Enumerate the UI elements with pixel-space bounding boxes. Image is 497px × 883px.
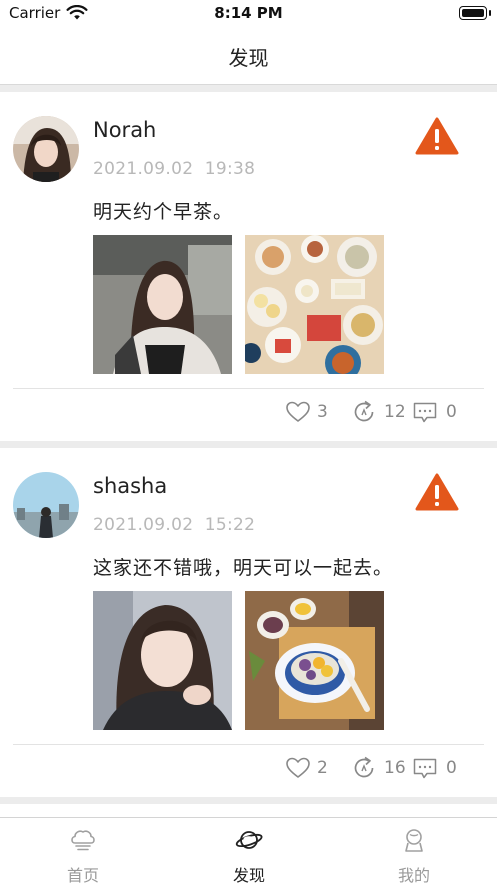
comment-count: 0 xyxy=(446,402,457,422)
screen: Carrier 8:14 PM 发现 Norah 2021.09.02 19:3… xyxy=(0,0,497,883)
post-timestamp: 2021.09.02 15:22 xyxy=(93,515,255,535)
nav-bar: 发现 xyxy=(0,28,497,85)
repost-count: 16 xyxy=(384,758,406,778)
tab-profile[interactable]: 我的 xyxy=(331,818,497,883)
post-photo-portrait xyxy=(93,591,232,730)
avatar-photo xyxy=(13,472,79,538)
heart-icon[interactable] xyxy=(285,755,311,781)
avatar[interactable] xyxy=(13,116,79,182)
section-separator xyxy=(0,85,497,92)
post-photo-food xyxy=(245,235,384,374)
post-actions: 3 12 0 xyxy=(0,399,497,429)
warning-icon[interactable] xyxy=(415,116,459,156)
repost-icon[interactable] xyxy=(351,399,377,425)
username[interactable]: shasha xyxy=(93,474,167,498)
post-date: 2021.09.02 xyxy=(93,159,194,179)
like-count: 2 xyxy=(317,758,328,778)
repost-count: 12 xyxy=(384,402,406,422)
post-divider xyxy=(13,744,484,745)
status-time: 8:14 PM xyxy=(214,4,283,22)
post-time: 15:22 xyxy=(204,515,256,535)
tab-label: 发现 xyxy=(232,866,265,883)
section-separator xyxy=(0,797,497,804)
battery-icon xyxy=(459,6,491,20)
avatar-photo xyxy=(13,116,79,182)
post-actions: 2 16 0 xyxy=(0,755,497,785)
like-count: 3 xyxy=(317,402,328,422)
heart-icon[interactable] xyxy=(285,399,311,425)
home-icon xyxy=(71,830,95,851)
comment-icon[interactable] xyxy=(412,755,438,781)
post-text: 明天约个早茶。 xyxy=(93,201,234,223)
tab-label: 我的 xyxy=(397,866,430,883)
tab-home[interactable]: 首页 xyxy=(0,818,166,883)
post-photo[interactable] xyxy=(93,235,232,374)
post-text: 这家还不错哦，明天可以一起去。 xyxy=(93,557,394,579)
profile-icon xyxy=(405,829,423,852)
post-card[interactable]: Norah 2021.09.02 19:38 明天约个早茶。 3 12 0 xyxy=(0,92,497,439)
repost-icon[interactable] xyxy=(351,755,377,781)
post-timestamp: 2021.09.02 19:38 xyxy=(93,159,255,179)
post-divider xyxy=(13,388,484,389)
post-time: 19:38 xyxy=(204,159,256,179)
avatar[interactable] xyxy=(13,472,79,538)
warning-icon[interactable] xyxy=(415,472,459,512)
post-photo-portrait xyxy=(93,235,232,374)
tab-bar: 首页 发现 我的 xyxy=(0,817,497,883)
username[interactable]: Norah xyxy=(93,118,156,142)
comment-count: 0 xyxy=(446,758,457,778)
status-bar: Carrier 8:14 PM xyxy=(0,0,497,28)
post-card[interactable]: shasha 2021.09.02 15:22 这家还不错哦，明天可以一起去。 xyxy=(0,448,497,795)
post-photo[interactable] xyxy=(245,235,384,374)
post-photo[interactable] xyxy=(245,591,384,730)
post-photo-food xyxy=(245,591,384,730)
tab-discover[interactable]: 发现 xyxy=(166,818,332,883)
page-title: 发现 xyxy=(228,46,269,70)
planet-icon xyxy=(235,831,263,849)
post-date: 2021.09.02 xyxy=(93,515,194,535)
section-separator xyxy=(0,441,497,448)
post-photo[interactable] xyxy=(93,591,232,730)
tab-label: 首页 xyxy=(66,866,99,883)
comment-icon[interactable] xyxy=(412,399,438,425)
